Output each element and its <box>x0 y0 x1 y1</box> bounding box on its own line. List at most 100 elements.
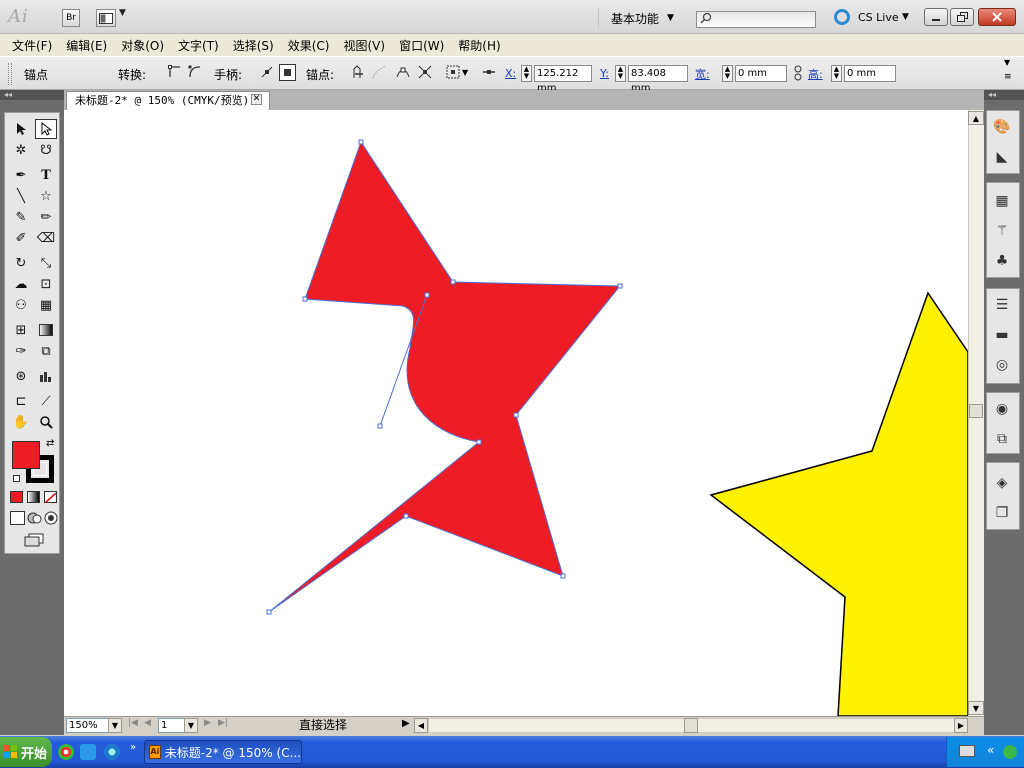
anchor-point[interactable] <box>377 423 383 429</box>
menu-edit[interactable]: 编辑(E) <box>66 37 107 54</box>
selection-tool[interactable] <box>10 119 32 139</box>
anchor-point[interactable] <box>617 283 623 289</box>
shape-builder-tool[interactable]: ⚇ <box>10 295 32 315</box>
artboard-dropdown-icon[interactable]: ▼ <box>184 718 198 733</box>
panel-menu-icon[interactable]: ▼ <box>1004 58 1010 67</box>
anchor-point[interactable] <box>302 296 308 302</box>
column-graph-tool[interactable] <box>35 366 57 386</box>
color-guide-icon[interactable]: ◣ <box>992 148 1012 166</box>
stroke-weight-icon[interactable] <box>482 65 496 79</box>
expand-panels-icon[interactable]: ◂◂ <box>984 90 1024 100</box>
none-mode-icon[interactable] <box>44 491 57 504</box>
x-field[interactable]: 125.212 mm <box>534 65 592 94</box>
artboard-canvas[interactable] <box>64 110 968 716</box>
mesh-tool[interactable]: ⊞ <box>10 320 32 340</box>
height-stepper[interactable]: ▲ ▼ <box>831 65 842 82</box>
eraser-tool[interactable]: ⌫ <box>35 228 57 248</box>
quick-launch-icon[interactable] <box>80 744 96 760</box>
layers-panel-icon[interactable]: ◈ <box>992 474 1012 492</box>
yellow-star-shape[interactable] <box>709 291 968 716</box>
width-stepper[interactable]: ▲ ▼ <box>722 65 733 82</box>
swap-fill-stroke-icon[interactable]: ⇄ <box>46 438 54 449</box>
status-current-tool[interactable]: 直接选择 <box>232 717 414 734</box>
anchor-point[interactable] <box>560 573 566 579</box>
align-options-icon[interactable] <box>446 65 460 79</box>
transparency-panel-icon[interactable]: ◎ <box>992 356 1012 374</box>
panel-menu-icon[interactable]: ≡ <box>1004 72 1012 82</box>
eyedropper-tool[interactable]: ✑ <box>10 341 32 361</box>
appearance-panel-icon[interactable]: ◉ <box>992 400 1012 418</box>
menu-help[interactable]: 帮助(H) <box>458 37 500 54</box>
free-transform-tool[interactable]: ⊡ <box>35 274 57 294</box>
brushes-icon[interactable]: ⚚ <box>992 222 1012 240</box>
stroke-panel-icon[interactable]: ☰ <box>992 296 1012 314</box>
document-tab[interactable]: 未标题-2* @ 150% (CMYK/预览) <box>66 91 271 110</box>
blob-brush-tool[interactable]: ✐ <box>10 228 32 248</box>
close-button[interactable] <box>978 8 1016 26</box>
star-tool[interactable]: ☆ <box>35 186 57 206</box>
line-segment-tool[interactable]: ╲ <box>10 186 32 206</box>
symbols-icon[interactable]: ♣ <box>992 252 1012 270</box>
vertical-scroll-thumb[interactable] <box>969 404 983 418</box>
cut-path-icon[interactable] <box>396 65 410 79</box>
paintbrush-tool[interactable]: ✎ <box>10 207 32 227</box>
color-panel-icon[interactable]: 🎨 <box>992 118 1012 136</box>
scroll-right-icon[interactable]: ▶ <box>954 718 968 733</box>
network-icon[interactable] <box>1003 745 1017 759</box>
symbol-sprayer-tool[interactable]: ⊛ <box>10 366 32 386</box>
taskbar-illustrator-item[interactable]: Ai 未标题-2* @ 150% (C... <box>144 740 302 764</box>
artboards-panel-icon[interactable]: ❐ <box>992 504 1012 522</box>
lasso-tool[interactable]: ☋ <box>35 140 57 160</box>
anchor-point[interactable] <box>266 609 272 615</box>
pen-tool[interactable]: ✒ <box>10 165 32 185</box>
width-field[interactable]: 0 mm <box>735 65 787 82</box>
screen-mode-icon[interactable] <box>23 533 45 547</box>
menu-view[interactable]: 视图(V) <box>343 37 385 54</box>
perspective-grid-tool[interactable]: ▦ <box>35 295 57 315</box>
gradient-tool[interactable] <box>35 320 57 340</box>
anchor-point[interactable] <box>424 292 430 298</box>
scroll-down-icon[interactable]: ▼ <box>968 701 984 715</box>
scroll-left-icon[interactable]: ◀ <box>414 718 428 733</box>
anchor-point[interactable] <box>476 439 482 445</box>
red-shape[interactable] <box>269 142 620 612</box>
slice-tool[interactable]: ⟋ <box>35 391 57 411</box>
scroll-up-icon[interactable]: ▲ <box>968 111 984 125</box>
convert-to-corner-icon[interactable] <box>168 65 182 79</box>
anchor-point[interactable] <box>358 139 364 145</box>
height-field[interactable]: 0 mm <box>844 65 896 82</box>
start-button[interactable]: 开始 <box>0 737 52 767</box>
hide-handles-button[interactable] <box>279 64 296 81</box>
menu-object[interactable]: 对象(O) <box>121 37 164 54</box>
draw-normal-icon[interactable] <box>10 511 25 525</box>
remove-anchor-icon[interactable] <box>350 65 364 79</box>
warp-tool[interactable]: ☁ <box>10 274 32 294</box>
color-mode-icon[interactable] <box>10 491 23 503</box>
blend-tool[interactable]: ⧉ <box>35 341 57 361</box>
draw-behind-icon[interactable] <box>27 511 42 525</box>
close-tab-icon[interactable]: ✕ <box>251 94 262 105</box>
chrome-icon[interactable] <box>58 744 74 760</box>
anchor-point[interactable] <box>450 279 456 285</box>
internet-explorer-icon[interactable] <box>104 744 120 760</box>
convert-to-smooth-icon[interactable] <box>188 65 202 79</box>
gradient-panel-icon[interactable]: ▬ <box>992 326 1012 344</box>
zoom-dropdown-icon[interactable]: ▼ <box>108 718 122 733</box>
fill-swatch-front[interactable] <box>12 441 40 469</box>
panel-gripper[interactable] <box>8 63 12 85</box>
default-fill-stroke-icon[interactable] <box>13 475 20 482</box>
search-input[interactable] <box>696 11 816 28</box>
rotate-tool[interactable]: ↻ <box>10 253 32 273</box>
restore-button[interactable] <box>950 8 974 26</box>
show-handles-icon[interactable] <box>260 65 274 79</box>
direct-selection-tool[interactable] <box>35 119 57 139</box>
chevron-down-icon[interactable]: ▼ <box>119 8 126 18</box>
gradient-mode-icon[interactable] <box>27 491 40 503</box>
cs-live-label[interactable]: CS Live <box>858 11 899 24</box>
horizontal-scrollbar[interactable] <box>428 718 968 733</box>
collapse-tools-icon[interactable]: ◂◂ <box>0 90 64 100</box>
status-menu-icon[interactable]: ▶ <box>402 718 410 729</box>
cs-live-icon[interactable] <box>834 9 850 25</box>
draw-inside-icon[interactable] <box>44 511 59 525</box>
hand-tool[interactable]: ✋ <box>10 412 32 432</box>
